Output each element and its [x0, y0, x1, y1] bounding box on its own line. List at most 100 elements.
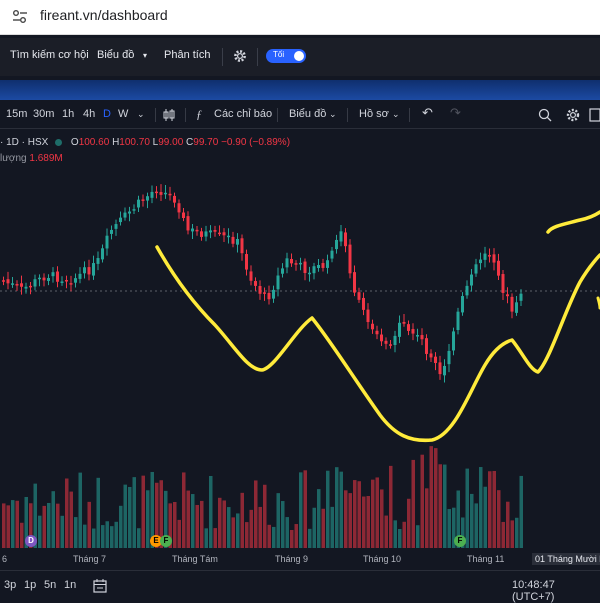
volume-bar: [83, 524, 87, 548]
volume-label: lượng: [0, 153, 27, 164]
candle-body: [92, 263, 95, 276]
clock-time[interactable]: 10:48:47 (UTC+7): [512, 579, 600, 603]
price-chart[interactable]: [0, 130, 600, 548]
range-5d[interactable]: 5n: [44, 579, 56, 591]
volume-bar: [11, 500, 15, 548]
candle-body: [303, 261, 307, 273]
volume-bar: [96, 477, 100, 548]
volume-bar: [114, 521, 118, 548]
chevron-down-icon[interactable]: ⌄: [329, 109, 337, 120]
calendar-icon[interactable]: [92, 578, 108, 594]
volume-bar: [182, 472, 186, 548]
volume-bar: [263, 484, 267, 548]
volume-bar: [416, 525, 420, 548]
candle-body: [380, 334, 383, 342]
volume-bar: [380, 489, 384, 548]
search-icon[interactable]: [537, 107, 553, 123]
volume-bar: [69, 491, 73, 548]
candle-body: [254, 281, 257, 286]
event-marker-f[interactable]: F: [160, 535, 172, 547]
gear-icon[interactable]: [233, 49, 247, 63]
volume-bar: [177, 519, 181, 548]
candle-body: [425, 338, 428, 354]
change-value: −0.90 (−0.89%): [221, 137, 291, 148]
volume-bar: [488, 471, 492, 548]
candle-body: [519, 293, 523, 301]
event-marker-d[interactable]: D: [25, 535, 37, 547]
interval-1h[interactable]: 1h: [62, 108, 74, 120]
volume-bar: [56, 503, 60, 548]
site-settings-icon[interactable]: [12, 9, 28, 25]
interval-w[interactable]: W: [118, 108, 128, 120]
settings-icon[interactable]: [565, 107, 581, 123]
volume-bar: [258, 506, 262, 548]
candle-body: [501, 274, 505, 293]
candle-body: [443, 365, 446, 376]
browser-address-bar[interactable]: fireant.vn/dashboard: [0, 0, 600, 35]
undo-icon[interactable]: ↶: [422, 105, 433, 121]
volume-bar: [213, 528, 217, 548]
volume-bar: [366, 496, 370, 548]
candle-body: [312, 266, 316, 274]
event-marker-f[interactable]: F: [454, 535, 466, 547]
candle-body: [245, 254, 248, 270]
fullscreen-icon[interactable]: [588, 107, 600, 123]
candle-body: [141, 199, 145, 201]
interval-d[interactable]: D: [103, 108, 111, 120]
toggle-label: Tối: [273, 50, 285, 59]
candle-body: [236, 239, 239, 245]
range-1m[interactable]: 1p: [24, 579, 36, 591]
candle-body: [299, 262, 302, 265]
volume-bar: [285, 517, 289, 548]
volume-bar: [429, 446, 433, 548]
time-label: Tháng 9: [275, 554, 309, 564]
nav-item-opportunity-search[interactable]: Tìm kiếm cơ hội: [10, 49, 89, 61]
candle-body: [389, 344, 392, 346]
range-1d[interactable]: 1n: [64, 579, 76, 591]
indicators-button[interactable]: Các chỉ báo: [214, 108, 272, 120]
url-text[interactable]: fireant.vn/dashboard: [40, 7, 168, 23]
candlestick-icon[interactable]: [161, 107, 177, 123]
candle-body: [200, 231, 203, 237]
candle-body: [506, 294, 509, 297]
interval-4h[interactable]: 4h: [83, 108, 95, 120]
time-axis[interactable]: 6 Tháng 7 Tháng Tám Tháng 9 Tháng 10 Thá…: [0, 548, 600, 570]
redo-icon[interactable]: ↷: [450, 105, 461, 121]
candle-body: [456, 311, 460, 331]
candle-body: [60, 281, 64, 283]
candle-body: [213, 230, 217, 232]
chevron-down-icon[interactable]: ▾: [143, 51, 147, 60]
range-3m[interactable]: 3p: [4, 579, 16, 591]
candle-body: [281, 268, 284, 274]
volume-bar: [353, 480, 357, 548]
candle-body: [20, 283, 23, 287]
volume-bar: [101, 525, 105, 548]
function-icon[interactable]: ƒ: [196, 107, 202, 122]
volume-bar: [497, 490, 501, 548]
candle-body: [164, 192, 167, 195]
nav-item-analysis[interactable]: Phân tích: [164, 49, 210, 61]
app-nav-bar: Tìm kiếm cơ hội Biểu đồ ▾ Phân tích Tối: [0, 38, 600, 76]
candle-body: [249, 271, 253, 281]
toolbar-divider: [155, 108, 156, 122]
chevron-down-icon[interactable]: ⌄: [392, 109, 400, 120]
volume-bar: [132, 477, 136, 548]
time-label: Tháng 11: [467, 554, 505, 564]
candle-body: [474, 264, 478, 274]
profile-menu-button[interactable]: Hồ sơ: [359, 108, 389, 120]
chart-menu-button[interactable]: Biểu đồ: [289, 108, 326, 120]
chevron-down-icon[interactable]: ⌄: [137, 109, 145, 120]
bottom-range-bar: 3p 1p 5n 1n 10:48:47 (UTC+7): [0, 570, 600, 603]
volume-bar: [443, 464, 447, 548]
candle-body: [348, 244, 352, 274]
interval-15m[interactable]: 15m: [6, 108, 27, 120]
volume-bar: [2, 503, 6, 548]
chart-toolbar: 15m 30m 1h 4h D W ⌄ ƒ Các chỉ báo Biểu đ…: [0, 102, 600, 129]
nav-item-chart[interactable]: Biểu đồ: [97, 49, 134, 61]
candle-body: [110, 229, 113, 234]
current-date-label: 01 Tháng Mười h: [532, 553, 600, 565]
candle-body: [357, 292, 361, 300]
interval-30m[interactable]: 30m: [33, 108, 54, 120]
dark-mode-toggle[interactable]: Tối: [266, 49, 306, 63]
candle-body: [407, 324, 410, 331]
